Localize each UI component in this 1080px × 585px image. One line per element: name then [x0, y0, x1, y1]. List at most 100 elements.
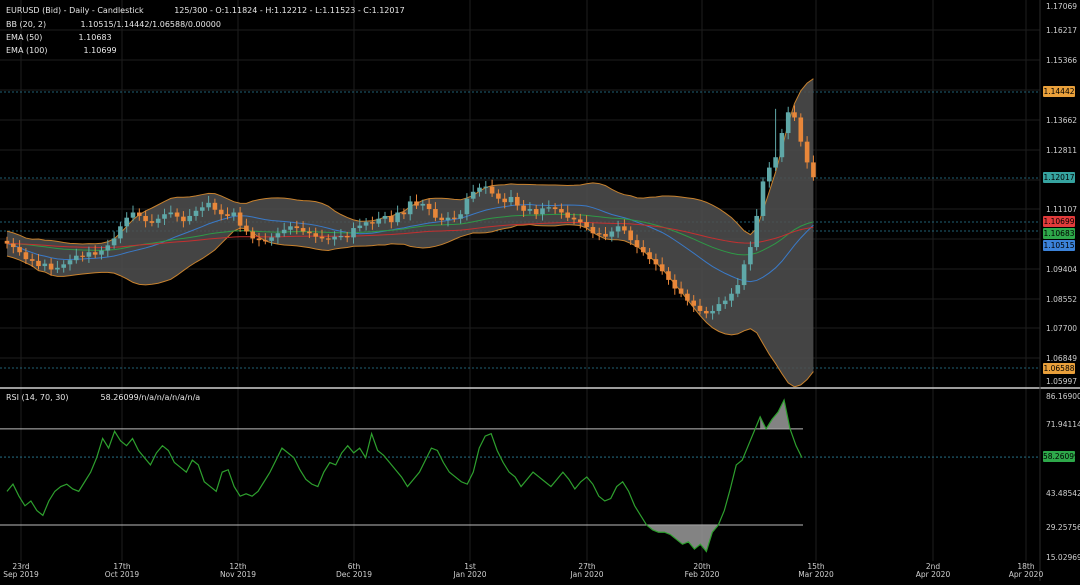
price-tick: 1.15366: [1046, 56, 1078, 65]
candle-body: [647, 252, 652, 260]
candle-body: [143, 215, 148, 222]
candle-body: [760, 181, 766, 216]
rsi-indicator[interactable]: RSI (14, 70, 30) 58.26099/n/a/n/a/n/a/n/…: [6, 393, 200, 402]
candle-body: [294, 226, 300, 229]
candle-body: [250, 231, 255, 239]
candle-body: [546, 207, 552, 209]
price-tick: 1.08552: [1046, 295, 1078, 304]
candle-body: [452, 217, 457, 219]
price-tick: 1.07700: [1046, 324, 1078, 333]
candle-body: [615, 226, 621, 232]
candle-body: [344, 236, 350, 238]
candle-body: [540, 208, 545, 215]
price-tick: 1.16217: [1046, 26, 1078, 35]
ema50-label: EMA (50): [6, 33, 43, 42]
candle-body: [288, 226, 293, 230]
candle-body: [521, 205, 526, 211]
last-price-tag: 1.12017: [1043, 172, 1075, 183]
candle-body: [338, 236, 344, 238]
candle-body: [99, 250, 104, 255]
chart-canvas[interactable]: [0, 0, 1080, 581]
candle-body: [80, 255, 85, 257]
candle-body: [389, 215, 394, 223]
candle-body: [489, 186, 495, 194]
candle-body: [319, 236, 325, 239]
candle-body: [634, 240, 640, 248]
candle-body: [74, 255, 79, 261]
candle-body: [716, 304, 722, 311]
candle-body: [584, 222, 589, 228]
ohlc-readout: 125/300 - O:1.11824 - H:1.12212 - L:1.11…: [174, 6, 405, 15]
candle-body: [641, 247, 646, 253]
time-tick: 23rd Sep 2019: [3, 562, 39, 579]
time-tick: 15th Mar 2020: [798, 562, 834, 579]
candle-body: [61, 264, 66, 268]
candle-body: [118, 226, 123, 239]
candle-body: [36, 260, 41, 267]
time-tick: 27th Jan 2020: [570, 562, 604, 579]
chart-info: EURUSD (Bid) - Daily - Candlestick 125/3…: [6, 6, 405, 15]
candle-body: [269, 237, 274, 241]
candle-body: [622, 226, 627, 231]
candle-body: [29, 259, 35, 261]
ema50-tag: 1.10683: [1043, 228, 1075, 239]
candle-body: [527, 209, 533, 211]
candle-body: [439, 217, 444, 221]
candle-body: [187, 215, 192, 222]
candle-body: [691, 300, 696, 306]
rsi-label: RSI (14, 70, 30): [6, 393, 69, 402]
rsi-tick: 43.48542: [1046, 489, 1080, 498]
candle-body: [741, 264, 747, 286]
bb-indicator[interactable]: BB (20, 2) 1.10515/1.14442/1.06588/0.000…: [6, 20, 221, 29]
candle-body: [168, 212, 174, 215]
trading-chart[interactable]: EURUSD (Bid) - Daily - Candlestick 125/3…: [0, 0, 1080, 581]
candle-body: [426, 203, 432, 210]
candle-body: [414, 201, 419, 206]
time-tick: 12th Nov 2019: [219, 562, 257, 579]
candle-body: [332, 236, 337, 240]
candle-body: [351, 228, 356, 238]
candle-body: [105, 245, 111, 251]
candle-body: [678, 288, 684, 294]
candle-body: [767, 167, 772, 182]
candle-body: [382, 215, 388, 219]
candle-body: [401, 212, 407, 215]
candle-body: [363, 222, 369, 226]
bb-mid-tag: 1.10515: [1043, 240, 1075, 251]
candle-body: [433, 209, 438, 218]
candle-body: [395, 212, 400, 223]
candle-body: [206, 202, 211, 208]
candle-body: [792, 112, 797, 118]
ema100-indicator[interactable]: EMA (100) 1.10699: [6, 46, 117, 55]
candle-body: [86, 252, 92, 257]
candle-body: [590, 227, 596, 234]
candle-body: [515, 196, 520, 206]
ema50-indicator[interactable]: EMA (50) 1.10683: [6, 33, 112, 42]
candle-body: [376, 218, 381, 224]
candle-body: [275, 233, 281, 238]
time-tick: 1st Jan 2020: [453, 562, 487, 579]
candle-body: [212, 202, 218, 210]
rsi-value-tag: 58.26099: [1043, 451, 1079, 462]
candle-body: [596, 233, 602, 235]
candle-body: [193, 210, 199, 216]
candle-body: [779, 133, 785, 158]
candle-body: [710, 310, 715, 314]
candle-body: [55, 267, 60, 270]
candle-body: [704, 310, 709, 314]
candle-body: [458, 214, 463, 219]
candle-body: [23, 252, 29, 260]
candle-body: [407, 201, 413, 215]
candle-body: [722, 300, 728, 305]
candle-body: [200, 207, 205, 211]
candle-body: [477, 187, 482, 192]
candle-body: [307, 231, 312, 234]
candle-body: [502, 198, 507, 203]
candle-body: [225, 214, 230, 216]
candle-body: [130, 212, 136, 218]
candle-body: [244, 225, 249, 232]
time-tick: 18th Apr 2020: [1008, 562, 1044, 579]
candle-body: [470, 191, 476, 199]
candle-body: [420, 203, 426, 206]
bb-lower-tag: 1.06588: [1043, 363, 1075, 374]
